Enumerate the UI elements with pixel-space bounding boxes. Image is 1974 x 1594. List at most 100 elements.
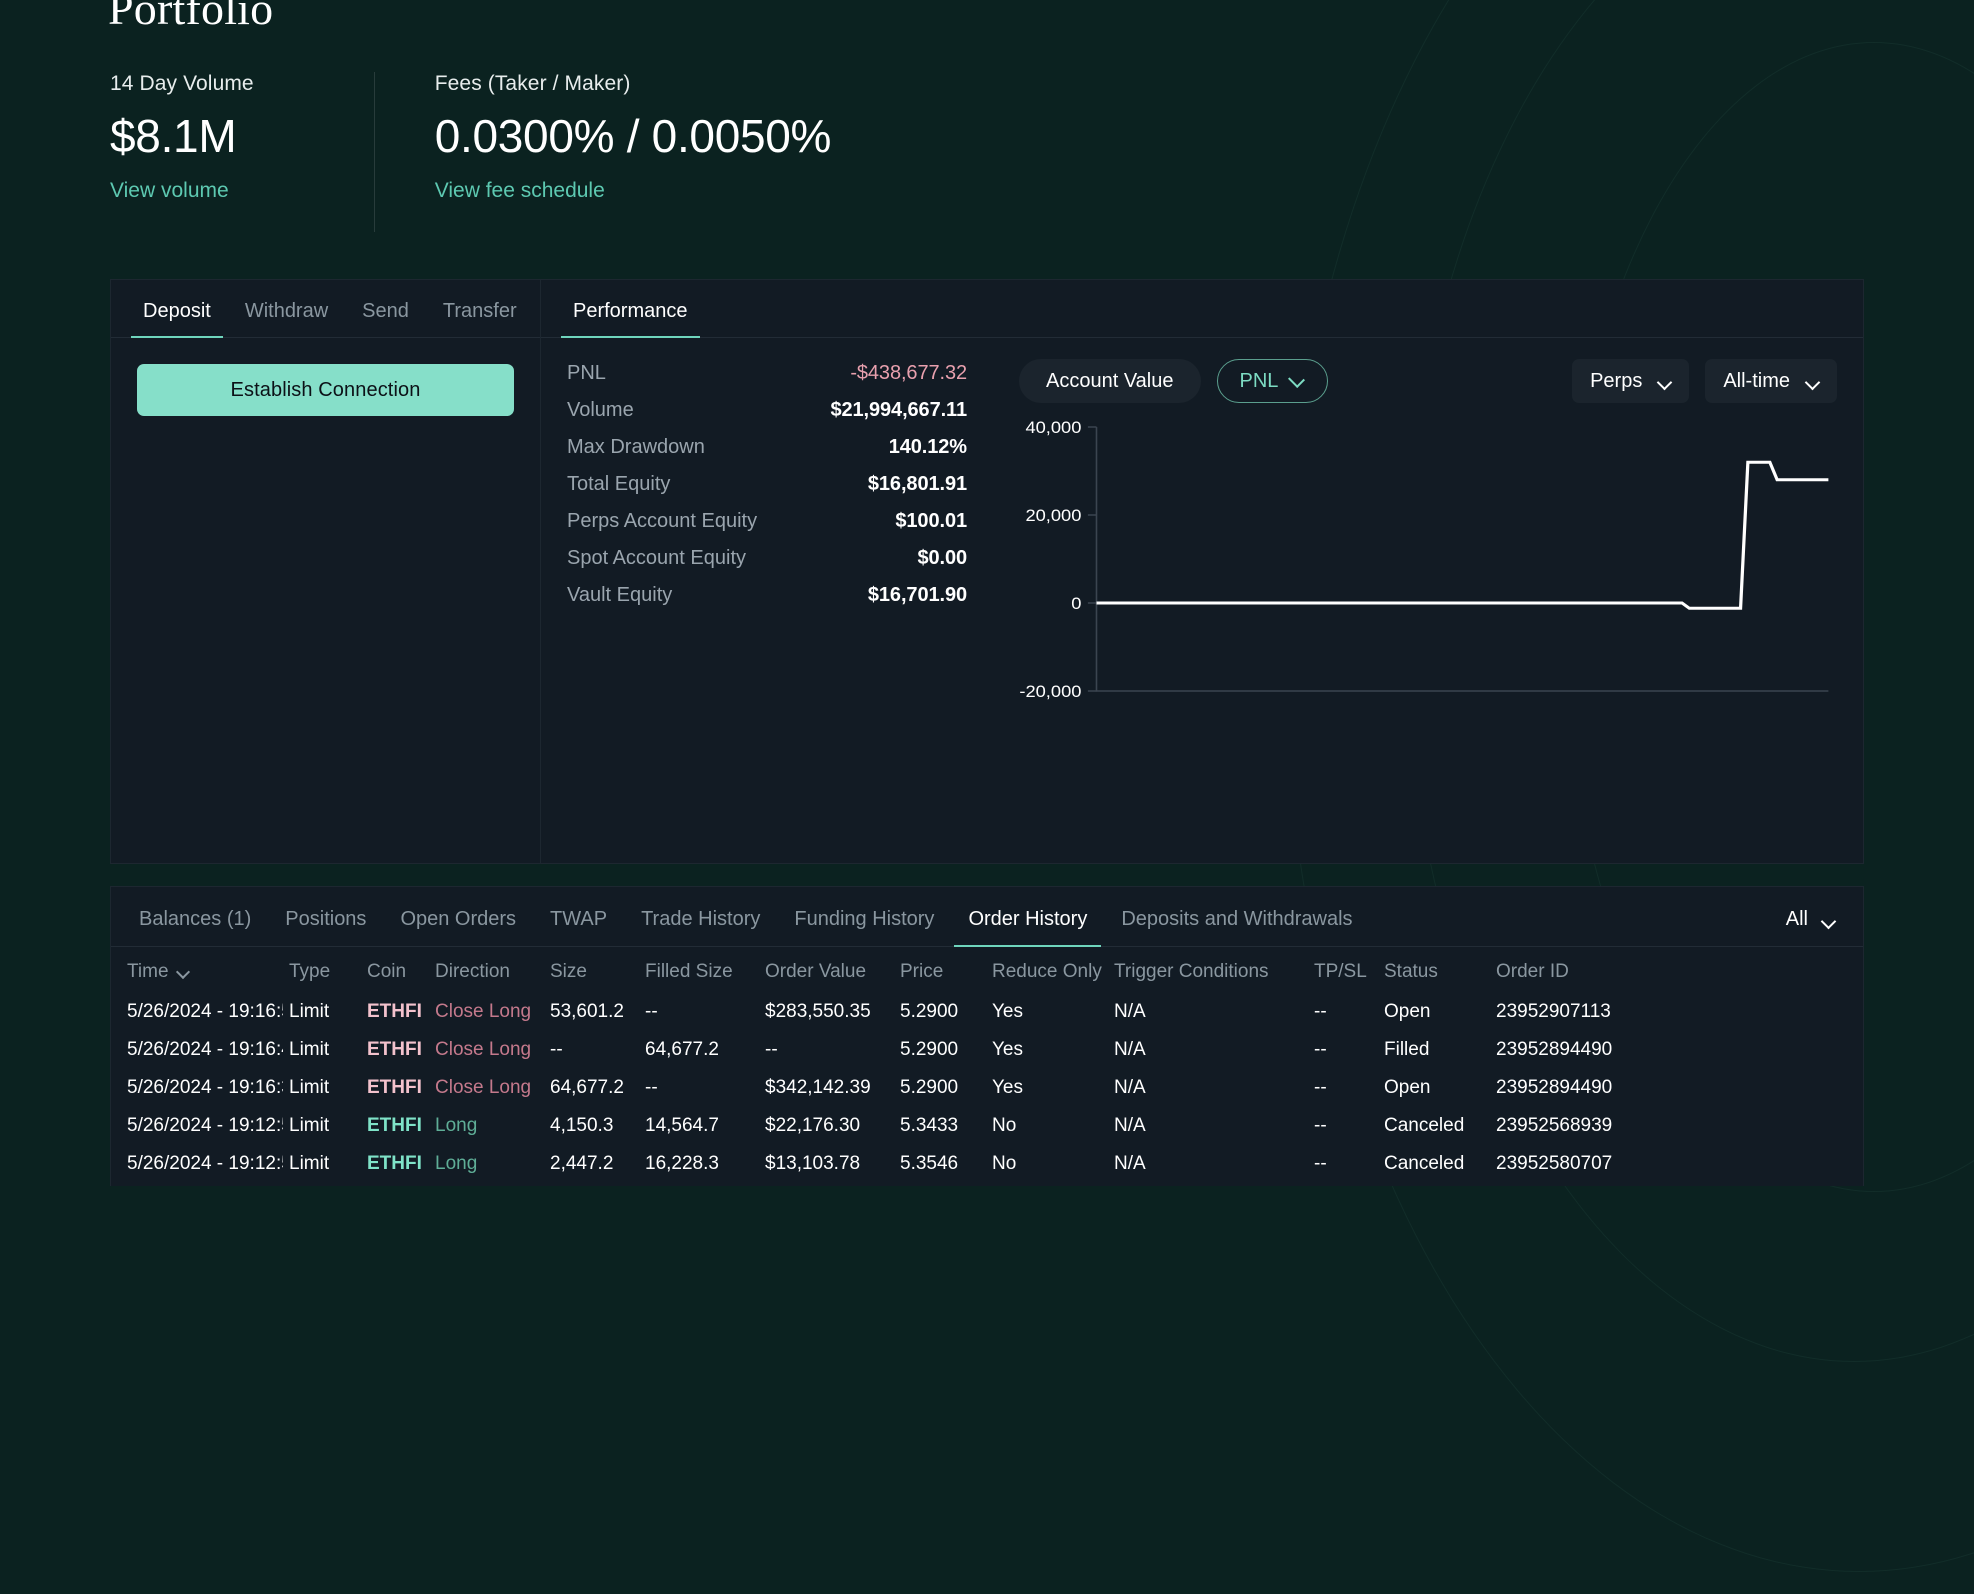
col-status[interactable]: Status	[1378, 947, 1490, 993]
col-time[interactable]: Time	[111, 947, 283, 993]
cell-trigger-conditions: N/A	[1114, 1115, 1146, 1136]
performance-metrics: PNL -$438,677.32 Volume $21,994,667.11 M…	[567, 362, 967, 863]
metric-value: $16,801.91	[867, 473, 967, 495]
cell-time: 5/26/2024 - 19:16:36	[127, 1077, 283, 1098]
cell-type: Limit	[289, 1153, 330, 1174]
establish-connection-button[interactable]: Establish Connection	[137, 364, 514, 416]
metric-label: Max Drawdown	[567, 436, 705, 458]
cell-time: 5/26/2024 - 19:12:53	[127, 1153, 283, 1174]
col-trigger-conditions[interactable]: Trigger Conditions	[1108, 947, 1308, 993]
range-select[interactable]: All-time	[1705, 359, 1837, 403]
tab-twap[interactable]: TWAP	[536, 908, 621, 946]
table-row[interactable]: 5/26/2024 - 19:16:41 Limit ETHFI Close Long…	[111, 1031, 1863, 1069]
orders-panel: Balances (1) Positions Open Orders TWAP …	[110, 886, 1864, 1186]
tab-funding-history[interactable]: Funding History	[780, 908, 948, 946]
cell-order-value: $342,142.39	[765, 1077, 871, 1098]
metric-label: Perps Account Equity	[567, 510, 758, 532]
metric-value: -$438,677.32	[850, 362, 967, 384]
col-tpsl[interactable]: TP/SL	[1308, 947, 1378, 993]
view-volume-link[interactable]: View volume	[110, 179, 229, 203]
tab-trade-history[interactable]: Trade History	[627, 908, 774, 946]
cell-size: 64,677.2	[550, 1077, 624, 1098]
table-row[interactable]: 5/26/2024 - 19:12:52LimitETHFIClose Long…	[111, 1183, 1863, 1186]
tab-withdraw[interactable]: Withdraw	[233, 300, 340, 337]
tab-balances[interactable]: Balances (1)	[125, 908, 265, 946]
tab-deposit[interactable]: Deposit	[131, 300, 223, 338]
stat-value: 0.0300% / 0.0050%	[434, 110, 832, 162]
performance-panel: Performance PNL -$438,677.32 Volume $21,…	[540, 279, 1864, 864]
col-order-value[interactable]: Order Value	[759, 947, 894, 993]
cell-status: Canceled	[1384, 1153, 1465, 1174]
table-row[interactable]: 5/26/2024 - 19:16:36 Limit ETHFI Close Long…	[111, 1069, 1863, 1107]
cell-filled-size: 16,228.3	[645, 1153, 719, 1174]
cell-size: 4,150.3	[550, 1115, 614, 1136]
col-reduce-only[interactable]: Reduce Only	[986, 947, 1108, 993]
table-row[interactable]: 5/26/2024 - 19:16:50 Limit ETHFI Close Long…	[111, 993, 1863, 1031]
metric-row: Perps Account Equity $100.01	[567, 510, 967, 547]
portfolio-page: Portfolio 14 Day Volume $8.1M View volum…	[0, 0, 1974, 1186]
cell-filled-size: 64,677.2	[645, 1039, 719, 1060]
chart-y-tick-label: 20,000	[1025, 506, 1081, 525]
stat-value: $8.1M	[110, 110, 237, 162]
col-price[interactable]: Price	[894, 947, 986, 993]
market-select[interactable]: Perps	[1572, 359, 1690, 403]
cell-type: Limit	[283, 1183, 361, 1186]
metric-label: Vault Equity	[567, 584, 673, 606]
col-direction[interactable]: Direction	[429, 947, 544, 993]
pnl-chart[interactable]: 40,000 20,000 0 -20,000	[1019, 417, 1837, 863]
metric-row: Spot Account Equity $0.00	[567, 547, 967, 584]
cell-direction: Long	[435, 1153, 478, 1174]
check-icon	[1289, 376, 1305, 386]
cell-order-value: $283,550.35	[765, 1001, 871, 1022]
cell-filled-size: 14,564.7	[645, 1115, 719, 1136]
table-row[interactable]: 5/26/2024 - 19:12:53LimitETHFILong2,447.…	[111, 1145, 1863, 1183]
cell-direction: Close Long	[435, 1077, 532, 1098]
tab-positions[interactable]: Positions	[271, 908, 380, 946]
chevron-down-icon	[1658, 377, 1671, 385]
orders-filter-select[interactable]: All	[1772, 908, 1849, 946]
metric-label: Total Equity	[567, 473, 671, 495]
time-sort[interactable]: Time	[127, 961, 189, 983]
cell-size: 163,681.5	[544, 1183, 639, 1186]
cell-direction: Close Long	[435, 1039, 532, 1060]
cell-type: Limit	[289, 1077, 330, 1098]
order-history-table: Time Type Coin Direction Size Filled Siz…	[111, 947, 1863, 1186]
cell-tpsl: --	[1308, 1183, 1378, 1186]
account-value-toggle[interactable]: Account Value	[1019, 359, 1201, 403]
tab-send[interactable]: Send	[350, 300, 421, 337]
tab-transfer[interactable]: Transfer	[431, 300, 529, 337]
tab-performance[interactable]: Performance	[561, 300, 700, 338]
table-row[interactable]: 5/26/2024 - 19:12:55 Limit ETHFI Long 4,150.…	[111, 1107, 1863, 1145]
tab-order-history[interactable]: Order History	[954, 908, 1102, 947]
range-select-label: All-time	[1723, 369, 1790, 392]
cell-size: 53,601.2	[550, 1001, 624, 1022]
tab-open-orders[interactable]: Open Orders	[386, 908, 530, 946]
cell-status: Canceled	[1384, 1115, 1465, 1136]
metric-row: Volume $21,994,667.11	[567, 399, 967, 436]
metric-label: Volume	[567, 399, 634, 421]
cell-time: 5/26/2024 - 19:16:50	[127, 1001, 283, 1022]
tab-deposits-withdrawals[interactable]: Deposits and Withdrawals	[1107, 908, 1366, 946]
col-filled-size[interactable]: Filled Size	[639, 947, 759, 993]
cell-order-id: 23952907113	[1496, 1001, 1611, 1022]
cell-order-value: --	[765, 1039, 778, 1060]
view-fee-schedule-link[interactable]: View fee schedule	[435, 179, 605, 203]
cell-status: Filled	[1384, 1039, 1430, 1060]
cell-coin: ETHFI	[367, 1001, 422, 1022]
chart-axis	[1095, 427, 1829, 692]
header-stats: 14 Day Volume $8.1M View volume Fees (Ta…	[110, 72, 1864, 232]
cell-order-id: 23952894490	[1496, 1077, 1613, 1098]
cell-price: 5.2900	[900, 1077, 959, 1098]
stat-fees: Fees (Taker / Maker) 0.0300% / 0.0050% V…	[373, 72, 891, 232]
col-coin[interactable]: Coin	[361, 947, 429, 993]
metric-row: Vault Equity $16,701.90	[567, 584, 967, 621]
col-order-id[interactable]: Order ID	[1490, 947, 1863, 993]
metric-value: $0.00	[917, 547, 967, 569]
cell-reduce-only: Yes	[992, 1077, 1023, 1098]
col-size[interactable]: Size	[544, 947, 639, 993]
cell-order-id: 23952643210	[1490, 1183, 1863, 1186]
pnl-toggle[interactable]: PNL	[1216, 359, 1329, 403]
cell-coin: ETHFI	[367, 1077, 422, 1098]
cell-tpsl: --	[1314, 1077, 1327, 1098]
col-type[interactable]: Type	[283, 947, 361, 993]
